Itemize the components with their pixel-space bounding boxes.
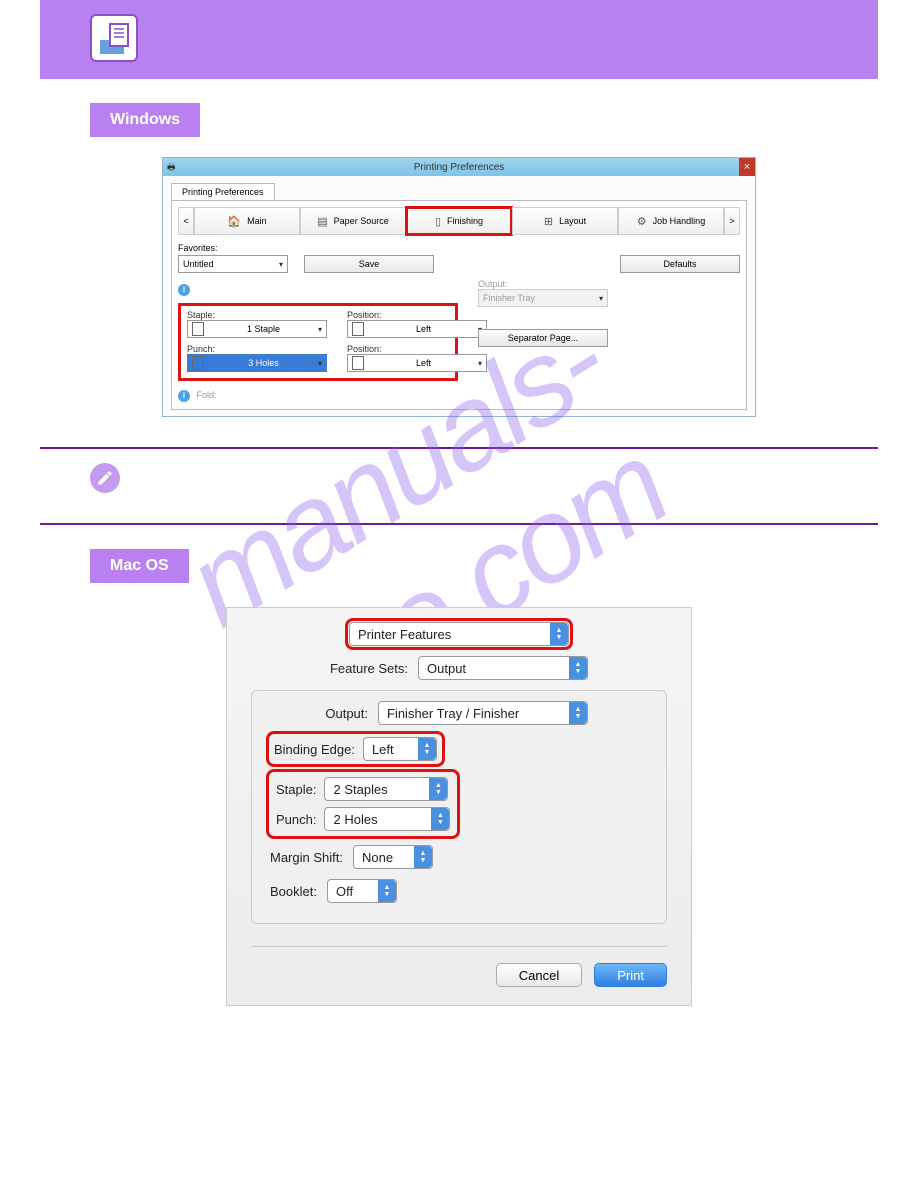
nav-prev-button[interactable]: < xyxy=(178,207,194,235)
punch-label: Punch: xyxy=(187,344,327,354)
divider xyxy=(40,447,878,449)
close-icon[interactable]: × xyxy=(739,158,755,176)
tab-finishing[interactable]: ▯Finishing xyxy=(406,207,512,235)
output-panel: Output: Finisher Tray / Finisher ▲▼ Bind… xyxy=(251,690,667,924)
chevron-down-icon: ▾ xyxy=(599,294,603,303)
updown-icon: ▲▼ xyxy=(429,778,447,800)
punch-select[interactable]: 3 Holes▾ xyxy=(187,354,327,372)
defaults-button[interactable]: Defaults xyxy=(620,255,740,273)
separator-page-button[interactable]: Separator Page... xyxy=(478,329,608,347)
punch-label: Punch: xyxy=(276,812,316,827)
mac-dialog: Printer Features ▲▼ Feature Sets: Output… xyxy=(226,607,692,1006)
booklet-popup[interactable]: Off ▲▼ xyxy=(327,879,397,903)
pencil-note-icon xyxy=(90,463,120,493)
save-button[interactable]: Save xyxy=(304,255,434,273)
staple-label: Staple: xyxy=(187,310,327,320)
section-label-mac: Mac OS xyxy=(90,549,189,583)
layout-icon: ⊞ xyxy=(544,215,553,228)
page-header xyxy=(40,0,878,79)
punch-popup[interactable]: 2 Holes ▲▼ xyxy=(324,807,450,831)
staple-popup[interactable]: 2 Staples ▲▼ xyxy=(324,777,448,801)
staple-label: Staple: xyxy=(276,782,316,797)
favorites-label: Favorites: xyxy=(178,243,218,253)
favorites-select[interactable]: Untitled▾ xyxy=(178,255,288,273)
updown-icon: ▲▼ xyxy=(378,880,396,902)
tab-layout[interactable]: ⊞Layout xyxy=(512,207,618,235)
updown-icon: ▲▼ xyxy=(414,846,432,868)
gear-icon: ⚙ xyxy=(637,215,647,228)
staple-select[interactable]: 1 Staple▾ xyxy=(187,320,327,338)
dialog-titlebar: 🖶 Printing Preferences × xyxy=(163,158,755,176)
margin-shift-label: Margin Shift: xyxy=(270,850,343,865)
updown-icon: ▲▼ xyxy=(431,808,449,830)
divider xyxy=(40,523,878,525)
chevron-down-icon: ▾ xyxy=(318,359,322,368)
page-icon: ▯ xyxy=(435,215,441,228)
cancel-button[interactable]: Cancel xyxy=(496,963,582,987)
printer-module-icon xyxy=(90,14,138,62)
pref-tab[interactable]: Printing Preferences xyxy=(171,183,275,200)
chevron-down-icon: ▾ xyxy=(279,260,283,269)
feature-sets-popup[interactable]: Output ▲▼ xyxy=(418,656,588,680)
output-label: Output: xyxy=(325,706,368,721)
updown-icon: ▲▼ xyxy=(569,702,587,724)
position2-label: Position: xyxy=(347,344,487,354)
position-select[interactable]: Left▾ xyxy=(347,320,487,338)
booklet-label: Booklet: xyxy=(270,884,317,899)
staple-punch-group: Staple: 1 Staple▾ Position: Left▾ Punch:… xyxy=(178,303,458,381)
margin-shift-popup[interactable]: None ▲▼ xyxy=(353,845,433,869)
chevron-down-icon: ▾ xyxy=(318,325,322,334)
windows-dialog: 🖶 Printing Preferences × Printing Prefer… xyxy=(162,157,756,417)
updown-icon: ▲▼ xyxy=(569,657,587,679)
nav-next-button[interactable]: > xyxy=(724,207,740,235)
binding-edge-popup[interactable]: Left ▲▼ xyxy=(363,737,437,761)
tab-paper-source[interactable]: ▤Paper Source xyxy=(300,207,406,235)
position-label: Position: xyxy=(347,310,487,320)
output-select[interactable]: Finisher Tray▾ xyxy=(478,289,608,307)
info-icon: i xyxy=(178,284,190,296)
note-row xyxy=(40,459,878,493)
updown-icon: ▲▼ xyxy=(550,623,568,645)
updown-icon: ▲▼ xyxy=(418,738,436,760)
feature-sets-label: Feature Sets: xyxy=(330,661,408,676)
section-label-windows: Windows xyxy=(90,103,200,137)
nav-tabs-row: < 🏠Main ▤Paper Source ▯Finishing ⊞Layout… xyxy=(178,207,740,235)
home-icon: 🏠 xyxy=(227,215,241,228)
printer-sys-icon: 🖶 xyxy=(167,160,176,176)
dialog-title: Printing Preferences xyxy=(414,162,505,173)
tab-job-handling[interactable]: ⚙Job Handling xyxy=(618,207,724,235)
tray-icon: ▤ xyxy=(317,215,327,228)
info-icon: i xyxy=(178,390,190,402)
main-popup[interactable]: Printer Features ▲▼ xyxy=(349,622,569,646)
position2-select[interactable]: Left▾ xyxy=(347,354,487,372)
output-label: Output: xyxy=(478,279,608,289)
output-popup[interactable]: Finisher Tray / Finisher ▲▼ xyxy=(378,701,588,725)
fold-label: Fold: xyxy=(196,390,216,400)
tab-main[interactable]: 🏠Main xyxy=(194,207,300,235)
binding-edge-label: Binding Edge: xyxy=(274,742,355,757)
print-button[interactable]: Print xyxy=(594,963,667,987)
